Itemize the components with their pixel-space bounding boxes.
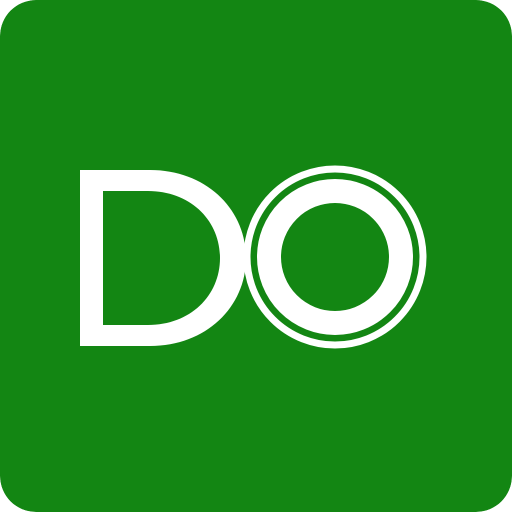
do-monogram-logo-icon xyxy=(0,0,512,512)
app-icon: DO xyxy=(0,0,512,512)
logo-background xyxy=(0,0,512,512)
